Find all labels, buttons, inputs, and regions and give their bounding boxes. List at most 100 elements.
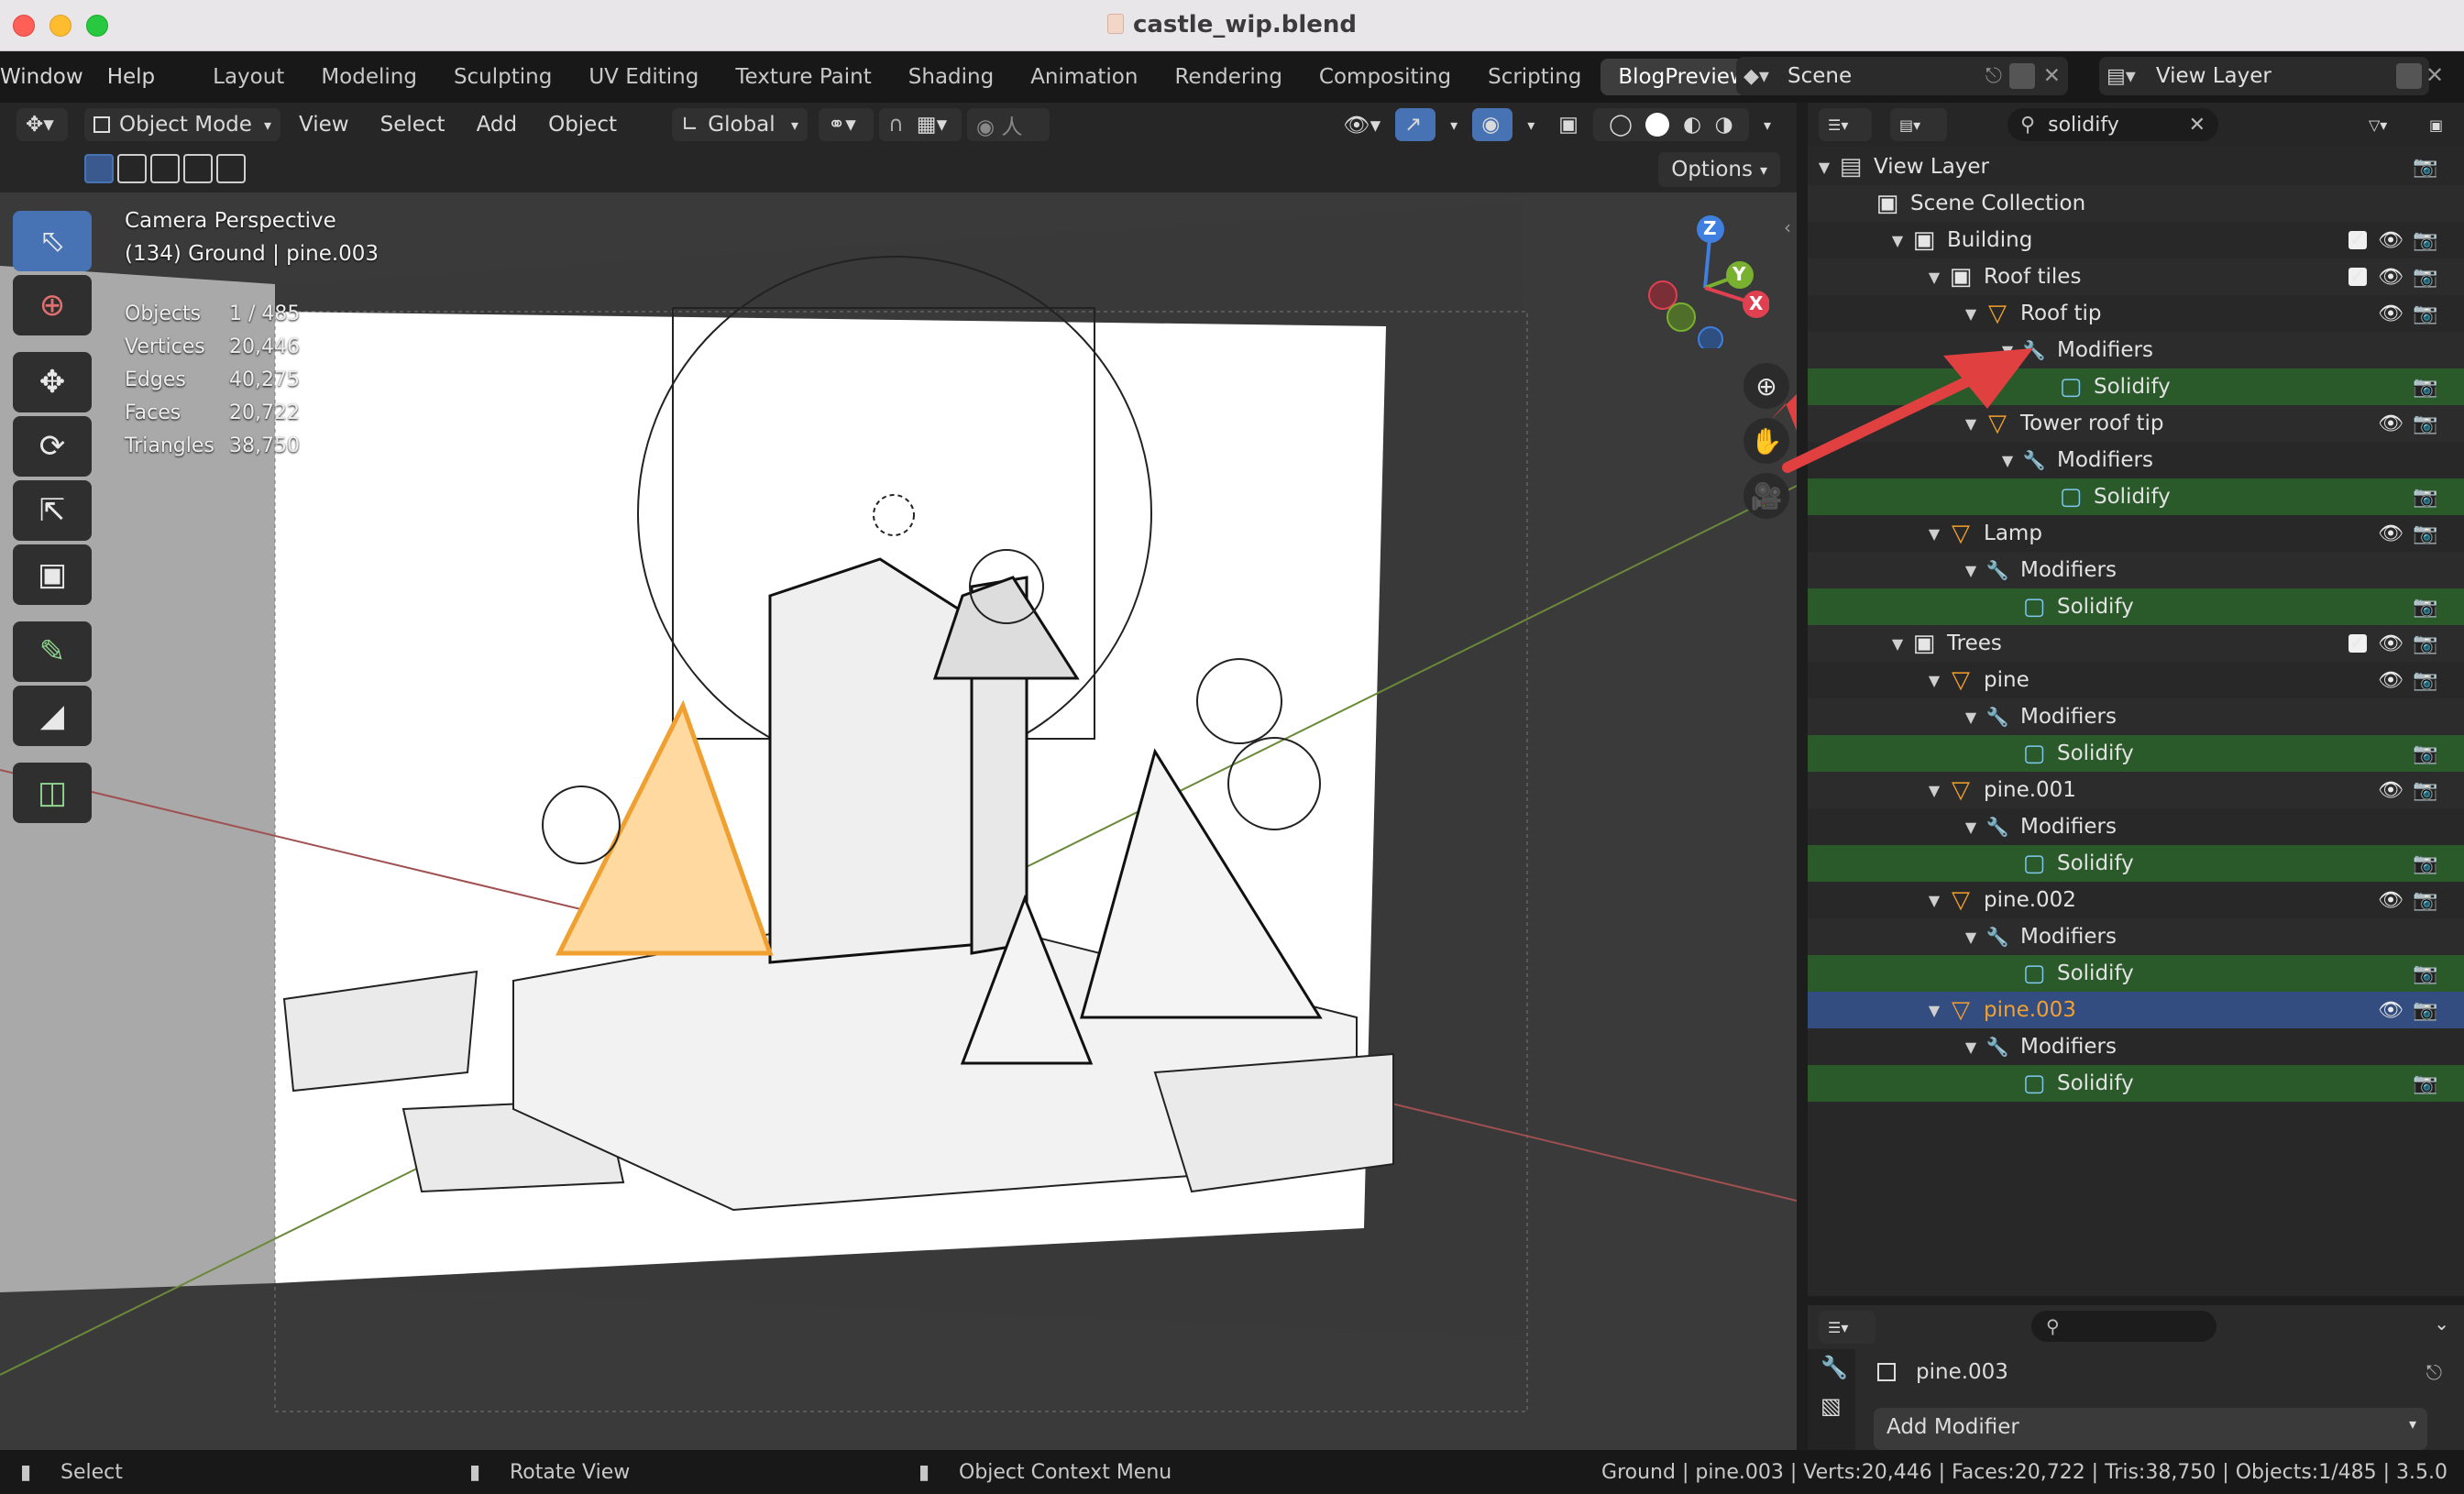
camera-view-button[interactable]: 🎥 <box>1744 473 1789 519</box>
delete-view-layer-icon[interactable]: ✕ <box>2426 62 2444 88</box>
workspace-tab-compositing[interactable]: Compositing <box>1302 59 1468 95</box>
render-camera-icon[interactable]: 📷 <box>2413 266 2437 289</box>
render-camera-icon[interactable]: 📷 <box>2413 889 2437 912</box>
properties-editor-type[interactable]: ☰▾ <box>1819 1311 1876 1344</box>
render-camera-icon[interactable]: 📷 <box>2413 632 2437 655</box>
expand-toggle-icon[interactable]: ▼ <box>1925 269 1943 286</box>
expand-toggle-icon[interactable]: ▼ <box>1925 892 1943 909</box>
outliner-row-mesh[interactable]: ▼ ▽ pine.002 👁 📷 <box>1808 882 2464 918</box>
render-camera-icon[interactable]: 📷 <box>2413 522 2437 545</box>
outliner-row-solidify[interactable]: ▢ Solidify 📷 <box>1808 845 2464 882</box>
neg-y-axis-ball[interactable] <box>1666 302 1696 332</box>
gizmo-toggle[interactable]: ↗ <box>1395 108 1436 141</box>
expand-toggle-icon[interactable]: ▼ <box>1962 415 1980 433</box>
wireframe-shading-icon[interactable]: ◯ <box>1609 113 1633 137</box>
outliner-search-field[interactable]: ⚲ solidify ✕ <box>2008 108 2218 141</box>
workspace-tab-modeling[interactable]: Modeling <box>303 59 434 95</box>
render-camera-icon[interactable]: 📷 <box>2413 742 2437 765</box>
expand-toggle-icon[interactable]: ▼ <box>1925 672 1943 689</box>
select-subtract-icon[interactable] <box>150 154 180 183</box>
workspace-tab-scripting[interactable]: Scripting <box>1470 59 1599 95</box>
outliner-editor-type[interactable]: ☰▾ <box>1819 108 1872 141</box>
add-cube-tool[interactable]: ◫ <box>13 763 92 823</box>
outliner-row-solidify[interactable]: ▢ Solidify 📷 <box>1808 368 2464 405</box>
cursor-tool[interactable]: ⊕ <box>13 275 92 335</box>
measure-tool[interactable]: ◢ <box>13 686 92 746</box>
sidebar-toggle-icon[interactable]: ‹ <box>1784 216 1791 238</box>
pan-button[interactable]: ✋ <box>1744 418 1789 464</box>
exclude-checkbox[interactable]: ✓ <box>2348 267 2367 287</box>
workspace-tab-layout[interactable]: Layout <box>195 59 302 95</box>
outliner-row-mesh[interactable]: ▼ ▽ pine.003 👁 📷 <box>1808 992 2464 1028</box>
shading-dropdown[interactable]: ▾ <box>1754 108 1780 141</box>
outliner-row-mesh[interactable]: ▼ ▽ Lamp 👁 📷 <box>1808 515 2464 552</box>
eye-icon[interactable]: 👁 <box>2378 522 2404 545</box>
expand-toggle-icon[interactable]: ▼ <box>1925 782 1943 799</box>
render-camera-icon[interactable]: 📷 <box>2413 962 2437 985</box>
expand-toggle-icon[interactable]: ▼ <box>1962 818 1980 836</box>
workspace-tab-texture-paint[interactable]: Texture Paint <box>718 59 888 95</box>
outliner-row-solidify[interactable]: ▢ Solidify 📷 <box>1808 1065 2464 1102</box>
expand-toggle-icon[interactable]: ▼ <box>1888 635 1907 653</box>
outliner-row-scenecol[interactable]: ▣ Scene Collection <box>1808 185 2464 222</box>
outliner-row-collection[interactable]: ▼ ▣ Building ✓ 👁 📷 <box>1808 222 2464 258</box>
select-extend-icon[interactable] <box>117 154 147 183</box>
outliner-row-modifiers[interactable]: ▼ 🔧 Modifiers <box>1808 552 2464 588</box>
render-camera-icon[interactable]: 📷 <box>2413 1072 2437 1095</box>
properties-search-field[interactable]: ⚲ <box>2031 1311 2216 1342</box>
particles-tab-icon[interactable]: ▧ <box>1820 1393 1855 1419</box>
annotate-tool[interactable]: ✎ <box>13 621 92 682</box>
outliner-row-modifiers[interactable]: ▼ 🔧 Modifiers <box>1808 332 2464 368</box>
eye-icon[interactable]: 👁 <box>2378 229 2404 252</box>
outliner-row-modifiers[interactable]: ▼ 🔧 Modifiers <box>1808 918 2464 955</box>
select-box-tool[interactable]: ⬁ <box>13 211 92 271</box>
render-camera-icon[interactable]: 📷 <box>2413 412 2437 435</box>
expand-toggle-icon[interactable]: ▼ <box>1998 342 2017 359</box>
eye-icon[interactable]: 👁 <box>2378 669 2404 692</box>
workspace-tab-animation[interactable]: Animation <box>1013 59 1155 95</box>
options-dropdown[interactable]: Options ▾ <box>1658 152 1780 187</box>
overlays-toggle[interactable]: ◉ <box>1472 108 1513 141</box>
scene-selector[interactable]: ◆▾ Scene ⎋ ✕ <box>1736 57 2068 95</box>
outliner[interactable]: ▼ ▤ View Layer 📷 ▣ Scene Collection ▼ ▣ Building… <box>1808 147 2464 1296</box>
menu-window[interactable]: Window <box>0 65 105 89</box>
viewport-menu-object[interactable]: Object <box>535 108 630 141</box>
editor-type-button[interactable]: ✥▾ <box>16 108 68 141</box>
exclude-checkbox[interactable]: ✓ <box>2348 633 2367 654</box>
outliner-row-mesh[interactable]: ▼ ▽ pine.001 👁 📷 <box>1808 772 2464 808</box>
viewport-menu-select[interactable]: Select <box>368 108 458 141</box>
eye-icon[interactable]: 👁 <box>2378 779 2404 802</box>
eye-icon[interactable]: 👁 <box>2378 889 2404 912</box>
expand-toggle-icon[interactable]: ▼ <box>1925 1002 1943 1019</box>
render-camera-icon[interactable]: 📷 <box>2413 999 2437 1022</box>
transform-tool[interactable]: ▣ <box>13 544 92 605</box>
expand-toggle-icon[interactable]: ▼ <box>1815 159 1833 176</box>
eye-icon[interactable]: 👁 <box>2378 999 2404 1022</box>
outliner-row-mesh[interactable]: ▼ ▽ pine 👁 📷 <box>1808 662 2464 698</box>
mode-dropdown[interactable]: Object Mode ▾ <box>84 108 280 141</box>
render-camera-icon[interactable]: 📷 <box>2413 486 2437 509</box>
gizmo-dropdown[interactable]: ▾ <box>1441 108 1467 141</box>
overlays-dropdown[interactable]: ▾ <box>1518 108 1544 141</box>
pin-icon[interactable]: ⎋ <box>1986 64 2002 88</box>
expand-toggle-icon[interactable]: ▼ <box>1962 562 1980 579</box>
select-invert-icon[interactable] <box>183 154 213 183</box>
outliner-row-solidify[interactable]: ▢ Solidify 📷 <box>1808 955 2464 992</box>
outliner-row-mesh[interactable]: ▼ ▽ Roof tip 👁 📷 <box>1808 295 2464 332</box>
snap-toggle[interactable]: ∩ ▦▾ <box>879 108 962 141</box>
collapse-icon[interactable]: ⌄ <box>2434 1313 2449 1335</box>
clear-search-icon[interactable]: ✕ <box>2189 114 2206 137</box>
expand-toggle-icon[interactable]: ▼ <box>1962 928 1980 946</box>
add-modifier-button[interactable]: Add Modifier ▾ <box>1874 1408 2427 1450</box>
outliner-row-collection[interactable]: ▼ ▣ Trees ✓ 👁 📷 <box>1808 625 2464 662</box>
xray-toggle[interactable]: ▣ <box>1549 108 1588 141</box>
viewport-menu-add[interactable]: Add <box>464 108 531 141</box>
select-intersect-icon[interactable] <box>216 154 246 183</box>
eye-icon[interactable]: 👁 <box>2378 412 2404 435</box>
viewport-menu-view[interactable]: View <box>286 108 362 141</box>
navigation-gizmo[interactable]: Z Y X <box>1641 211 1770 352</box>
expand-toggle-icon[interactable]: ▼ <box>1962 1038 1980 1056</box>
workspace-tab-sculpting[interactable]: Sculpting <box>436 59 569 95</box>
expand-toggle-icon[interactable]: ▼ <box>1962 709 1980 726</box>
eye-icon[interactable]: 👁 <box>2378 632 2404 655</box>
